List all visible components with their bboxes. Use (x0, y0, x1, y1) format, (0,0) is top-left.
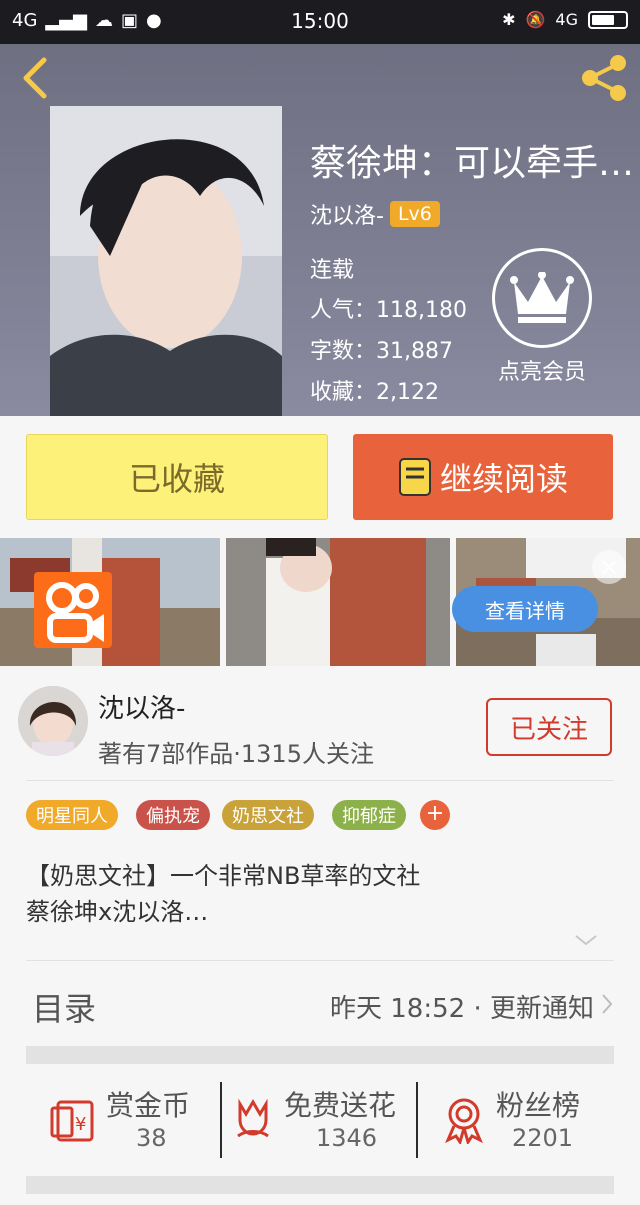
catalog-row[interactable]: 目录 昨天 18:52 · 更新通知 (26, 962, 614, 1044)
book-popularity: 人气：118,180 (310, 298, 467, 323)
favorited-label: 已收藏 (128, 460, 225, 498)
level-badge: Lv6 (389, 201, 440, 227)
description-line-2: 蔡徐坤x沈以洛… (26, 898, 209, 926)
description-line-1: 【奶思文社】一个非常NB草率的文社 (26, 862, 421, 890)
fan-ranking-value: 2201 (512, 1124, 574, 1152)
tag-item[interactable]: 明星同人 (26, 800, 118, 830)
ad-detail-label: 查看详情 (485, 598, 565, 623)
fan-ranking-button[interactable]: 粉丝榜 2201 (442, 1080, 602, 1160)
red-envelope-icon: ¥ (50, 1100, 94, 1142)
book-icon (398, 458, 431, 496)
favorited-button[interactable]: 已收藏 (26, 434, 328, 520)
continue-reading-label: 继续阅读 (439, 460, 568, 498)
send-flower-label: 免费送花 (284, 1089, 397, 1122)
add-tag-icon[interactable]: + (420, 800, 450, 830)
tag-label: 奶思文社 (232, 806, 304, 827)
book-description: 【奶思文社】一个非常NB草率的文社 蔡徐坤x沈以洛… (26, 858, 586, 930)
avatar[interactable] (18, 686, 88, 756)
reward-coins-label: 赏金币 (106, 1089, 191, 1122)
continue-reading-button[interactable]: 继续阅读 (353, 434, 613, 520)
vertical-divider (416, 1082, 418, 1158)
divider (26, 780, 614, 781)
fan-ranking-label: 粉丝榜 (496, 1089, 581, 1122)
battery-icon (588, 10, 628, 29)
ad-close-icon[interactable]: × (592, 550, 626, 584)
section-separator (26, 1046, 614, 1064)
mute-icon: 🔕 (525, 10, 546, 29)
flower-icon (237, 1098, 269, 1138)
vertical-divider (220, 1082, 222, 1158)
section-separator (26, 1176, 614, 1194)
network-right-label: 4G (555, 10, 578, 29)
ad-logo-icon (34, 572, 112, 648)
vip-button[interactable]: 点亮会员 (490, 248, 594, 386)
book-title: 蔡徐坤：可以牵手… (310, 143, 635, 184)
catalog-title: 目录 (32, 990, 97, 1028)
vip-label: 点亮会员 (497, 360, 586, 385)
book-author-row: 沈以洛- Lv6 (310, 198, 440, 230)
book-author[interactable]: 沈以洛- (310, 198, 384, 230)
divider (26, 960, 614, 961)
ad-image-2[interactable] (226, 538, 450, 666)
back-icon[interactable] (18, 56, 52, 100)
chevron-down-icon[interactable] (572, 930, 600, 950)
status-bar: 4G ▂▄▆ ☁ ▣ ● 15:00 ✱ 🔕 4G (0, 0, 640, 44)
tag-label: 抑郁症 (342, 806, 396, 827)
tag-label: 偏执宠 (146, 806, 200, 827)
book-word-count: 字数：31,887 (310, 339, 453, 364)
chevron-right-icon (602, 994, 613, 1014)
book-favorites: 收藏：2,122 (310, 380, 439, 405)
author-name[interactable]: 沈以洛- (98, 688, 185, 725)
send-flower-button[interactable]: 免费送花 1346 (232, 1080, 412, 1160)
bluetooth-icon: ✱ (502, 10, 516, 29)
tag-item[interactable]: 偏执宠 (136, 800, 210, 830)
send-flower-value: 1346 (316, 1124, 378, 1152)
svg-text:¥: ¥ (75, 1114, 86, 1135)
tag-label: 明星同人 (36, 806, 108, 827)
follow-label: 已关注 (509, 714, 588, 745)
follow-button[interactable]: 已关注 (486, 698, 612, 756)
reward-coins-button[interactable]: ¥ 赏金币 38 (50, 1080, 210, 1160)
book-cover[interactable] (50, 106, 282, 416)
medal-icon (445, 1098, 483, 1144)
reward-coins-value: 38 (136, 1124, 167, 1152)
share-icon[interactable] (578, 52, 630, 104)
catalog-update: 昨天 18:52 · 更新通知 (330, 994, 594, 1024)
author-meta: 著有7部作品·1315人关注 (98, 740, 374, 768)
tag-item[interactable]: 抑郁症 (332, 800, 406, 830)
ad-detail-button[interactable]: 查看详情 (452, 586, 598, 632)
book-status: 连载 (310, 258, 355, 283)
status-right: ✱ 🔕 4G (502, 10, 628, 29)
tag-item[interactable]: 奶思文社 (222, 800, 314, 830)
crown-icon (492, 248, 592, 348)
